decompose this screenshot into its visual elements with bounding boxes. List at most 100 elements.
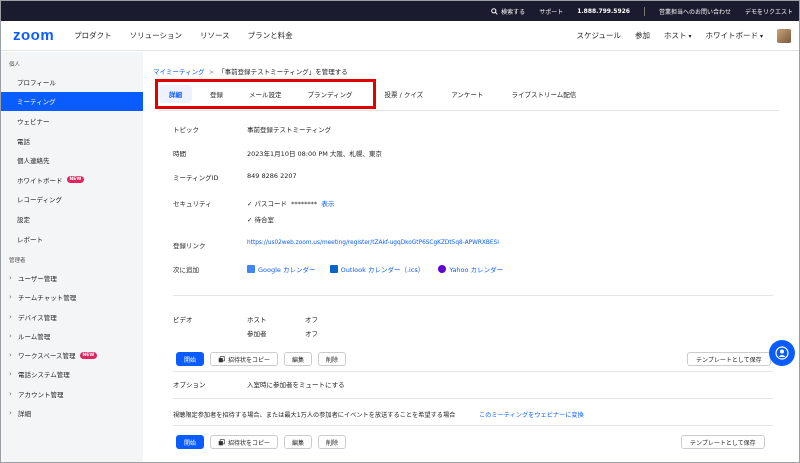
yahoo-calendar-link[interactable]: Yahoo カレンダー <box>438 264 503 274</box>
copy-invite-button[interactable]: 招待状をコピー <box>210 352 279 366</box>
chevron-down-icon: ▾ <box>688 33 692 40</box>
registration-link[interactable]: https://us02web.zoom.us/meeting/register… <box>247 240 499 246</box>
google-calendar-label: Google カレンダー <box>258 266 316 274</box>
outlook-calendar-label: Outlook カレンダー（.ics） <box>340 266 425 274</box>
waiting-room-label: 待合室 <box>254 216 275 224</box>
highlight-box <box>155 79 376 109</box>
security-label: セキュリティ <box>173 200 212 208</box>
options-label: オプション <box>173 381 206 389</box>
delete-button[interactable]: 削除 <box>318 352 347 366</box>
tab-survey[interactable]: アンケート <box>441 85 493 103</box>
search-link[interactable]: 検索する <box>491 7 525 16</box>
host-menu[interactable]: ホスト ▾ <box>664 30 692 41</box>
yahoo-calendar-icon <box>438 265 447 273</box>
save-template-button[interactable]: テンプレートとして保存 <box>687 352 771 366</box>
breadcrumb-my-meetings[interactable]: マイミーティング <box>153 68 205 76</box>
sidebar-item-contacts[interactable]: 個人連絡先 <box>1 150 143 170</box>
sidebar-item-profile[interactable]: プロフィール <box>1 72 143 92</box>
outlook-calendar-icon <box>329 265 338 273</box>
sidebar-item-phone[interactable]: 電話 <box>1 131 143 151</box>
nav-resources[interactable]: リソース <box>200 30 230 41</box>
sidebar-item-advanced[interactable]: › 詳細 <box>1 403 143 422</box>
divider <box>173 295 773 296</box>
chevron-right-icon: › <box>9 370 12 379</box>
whiteboard-menu[interactable]: ホワイトボード ▾ <box>705 30 763 41</box>
phone-number[interactable]: 1.888.799.5926 <box>577 8 630 15</box>
sidebar-item-label: ユーザー管理 <box>18 274 57 283</box>
chevron-right-icon: › <box>9 273 12 282</box>
browser-frame: 検索する サポート 1.888.799.5926 営業担当へのお問い合わせ デモ… <box>0 0 800 463</box>
support-link[interactable]: サポート <box>539 7 563 16</box>
save-template-button[interactable]: テンプレートとして保存 <box>681 435 765 449</box>
sidebar-item-team-chat[interactable]: › チームチャット管理 <box>1 288 143 307</box>
divider <box>173 425 773 426</box>
sales-contact-link[interactable]: 営業担当へのお問い合わせ <box>659 7 731 16</box>
sidebar-item-settings[interactable]: 設定 <box>1 209 143 229</box>
sidebar-item-workspace[interactable]: › ワークスペース管理 NEW <box>1 346 143 365</box>
chevron-right-icon: › <box>9 331 12 340</box>
schedule-link[interactable]: スケジュール <box>576 30 620 41</box>
tab-live-streaming[interactable]: ライブストリーム配信 <box>501 85 586 103</box>
sidebar-item-label: アカウント管理 <box>18 390 64 399</box>
show-passcode-link[interactable]: 表示 <box>321 200 334 208</box>
sidebar-item-device[interactable]: › デバイス管理 <box>1 307 143 326</box>
tab-polls-quizzes[interactable]: 投票 / クイズ <box>375 85 434 103</box>
waiting-room-line: ✓ 待合室 <box>247 214 274 224</box>
demo-request-link[interactable]: デモをリクエスト <box>745 7 793 16</box>
person-icon <box>775 346 789 360</box>
sidebar-item-label: ウェビナー <box>17 117 50 126</box>
new-badge: NEW <box>79 351 98 359</box>
nav-product[interactable]: プロダクト <box>74 30 112 41</box>
start-button[interactable]: 開始 <box>176 435 205 449</box>
start-button[interactable]: 開始 <box>176 352 205 366</box>
sidebar-item-whiteboards[interactable]: ホワイトボード NEW <box>1 170 143 190</box>
topic-value: 事前登録テストミーティング <box>247 126 332 134</box>
join-link[interactable]: 参加 <box>635 30 650 41</box>
copy-invite-button[interactable]: 招待状をコピー <box>210 435 279 449</box>
new-badge: NEW <box>66 176 85 184</box>
sidebar-item-label: レポート <box>17 235 43 244</box>
avatar[interactable] <box>777 28 791 43</box>
chevron-down-icon: ▾ <box>759 33 763 40</box>
sidebar-item-label: 詳細 <box>18 410 31 419</box>
convert-to-webinar-link[interactable]: このミーティングをウェビナーに変換 <box>479 410 584 419</box>
sidebar-item-room[interactable]: › ルーム管理 <box>1 326 143 345</box>
main-content: マイミーティング > 「事前登録テストミーティング」を管理する 詳細 登録 メール設… <box>143 52 799 462</box>
google-calendar-icon <box>247 265 255 273</box>
options-value: 入室時に参加者をミュートにする <box>247 381 345 389</box>
delete-button[interactable]: 削除 <box>318 435 347 449</box>
sidebar-section-personal: 個人 <box>9 62 21 68</box>
google-calendar-link[interactable]: Google カレンダー <box>247 264 316 274</box>
edit-button[interactable]: 編集 <box>284 435 313 449</box>
sidebar-item-label: ホワイトボード <box>17 176 63 185</box>
sidebar-item-label: ルーム管理 <box>18 332 51 341</box>
sidebar-item-reports[interactable]: レポート <box>1 229 143 249</box>
copy-invite-label: 招待状をコピー <box>228 439 271 447</box>
help-chat-button[interactable] <box>769 340 795 366</box>
topic-label: トピック <box>173 126 199 134</box>
check-icon: ✓ <box>247 216 253 224</box>
meeting-id-value: 849 8286 2207 <box>247 172 297 180</box>
sidebar-item-recordings[interactable]: レコーディング <box>1 190 143 210</box>
registration-link-label: 登録リンク <box>173 242 206 250</box>
nav-menu: プロダクト ソリューション リソース プランと料金 <box>74 30 292 41</box>
whiteboard-label: ホワイトボード <box>705 31 758 40</box>
edit-button[interactable]: 編集 <box>284 352 313 366</box>
divider <box>173 371 773 372</box>
sidebar-item-account[interactable]: › アカウント管理 <box>1 384 143 403</box>
sidebar-item-webinars[interactable]: ウェビナー <box>1 111 143 131</box>
sidebar-item-meetings[interactable]: ミーティング <box>1 91 143 112</box>
nav-pricing[interactable]: プランと料金 <box>248 30 293 41</box>
sidebar-item-label: ミーティング <box>17 98 56 107</box>
nav-solutions[interactable]: ソリューション <box>130 30 182 41</box>
sidebar-item-user-management[interactable]: › ユーザー管理 <box>1 268 143 287</box>
sidebar-item-label: プロフィール <box>17 78 56 87</box>
sidebar-item-label: 電話 <box>17 137 30 146</box>
chevron-right-icon: › <box>9 389 12 398</box>
outlook-calendar-link[interactable]: Outlook カレンダー（.ics） <box>329 264 425 274</box>
sidebar-item-phone-system[interactable]: › 電話システム管理 <box>1 365 143 384</box>
copy-icon <box>218 355 225 362</box>
divider <box>643 6 645 16</box>
add-to-label: 次に追加 <box>173 266 199 274</box>
zoom-logo[interactable]: zoom <box>13 27 54 44</box>
